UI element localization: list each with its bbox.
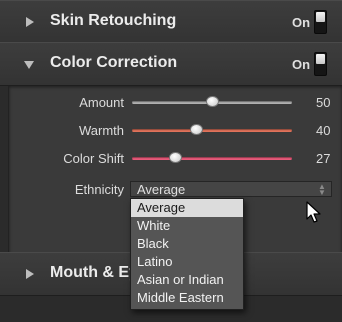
dropdown-option[interactable]: Average xyxy=(131,199,243,217)
dropdown-option[interactable]: Latino xyxy=(131,253,243,271)
color-shift-label: Color Shift xyxy=(63,151,124,166)
warmth-slider-thumb[interactable] xyxy=(190,124,203,135)
dropdown-option[interactable]: Black xyxy=(131,235,243,253)
ethnicity-dropdown-list: Average White Black Latino Asian or Indi… xyxy=(130,198,244,310)
ethnicity-select[interactable]: Average ▲ ▼ xyxy=(130,181,332,197)
triangle-down-icon[interactable] xyxy=(24,61,34,69)
dropdown-option[interactable]: White xyxy=(131,217,243,235)
amount-value: 50 xyxy=(316,95,331,110)
color-shift-slider-track[interactable] xyxy=(132,157,292,160)
section-title: Skin Retouching xyxy=(50,12,177,29)
toggle-knob xyxy=(316,54,325,64)
ethnicity-selected-value: Average xyxy=(137,182,186,197)
section-skin-retouching[interactable]: Skin Retouching On xyxy=(0,0,342,44)
section-color-correction[interactable]: Color Correction On xyxy=(0,42,342,86)
toggle-knob xyxy=(316,12,325,22)
dropdown-option[interactable]: Asian or Indian xyxy=(131,271,243,289)
on-off-toggle[interactable] xyxy=(314,10,327,34)
triangle-right-icon[interactable] xyxy=(26,17,34,27)
section-title: Mouth & Ey xyxy=(50,264,138,281)
amount-label: Amount xyxy=(79,95,124,110)
on-label: On xyxy=(292,15,311,30)
warmth-label: Warmth xyxy=(78,123,124,138)
on-label: On xyxy=(292,57,311,72)
amount-slider-thumb[interactable] xyxy=(206,96,219,107)
warmth-value: 40 xyxy=(316,123,331,138)
select-arrows-icon: ▲ ▼ xyxy=(318,182,326,197)
triangle-right-icon[interactable] xyxy=(26,269,34,279)
section-title: Color Correction xyxy=(50,54,178,71)
ethnicity-label: Ethnicity xyxy=(74,182,124,197)
color-shift-value: 27 xyxy=(316,151,331,166)
warmth-slider-track[interactable] xyxy=(132,129,292,132)
arrow-cursor-icon xyxy=(306,201,321,223)
dropdown-option[interactable]: Middle Eastern xyxy=(131,289,243,307)
on-off-toggle[interactable] xyxy=(314,52,327,76)
